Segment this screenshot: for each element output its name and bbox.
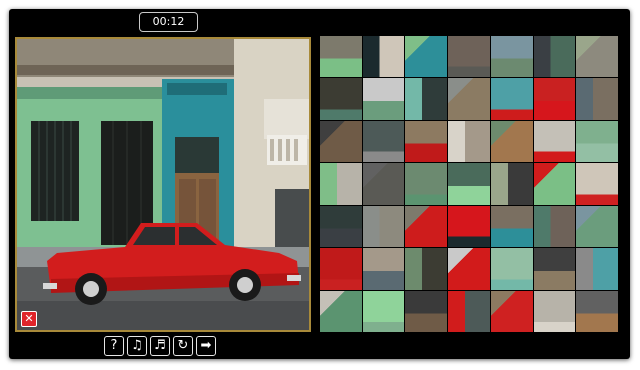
puzzle-tile[interactable] xyxy=(448,205,490,248)
puzzle-tile[interactable] xyxy=(320,163,362,205)
puzzle-tile[interactable] xyxy=(533,290,576,332)
puzzle-tile[interactable] xyxy=(448,248,490,290)
puzzle-tile[interactable] xyxy=(362,36,405,78)
help-icon: ? xyxy=(110,338,118,353)
puzzle-tile[interactable] xyxy=(448,36,490,78)
puzzle-tile[interactable] xyxy=(362,163,405,205)
sound-toggle-button[interactable]: ♬ xyxy=(150,336,170,356)
puzzle-tile[interactable] xyxy=(320,120,362,163)
sound-note-icon: ♬ xyxy=(154,338,166,353)
puzzle-tile[interactable] xyxy=(490,205,533,248)
puzzle-tile[interactable] xyxy=(320,205,362,248)
puzzle-tile[interactable] xyxy=(576,163,618,205)
puzzle-tile[interactable] xyxy=(362,120,405,163)
puzzle-tile[interactable] xyxy=(490,120,533,163)
puzzle-tile[interactable] xyxy=(490,163,533,205)
puzzle-tile[interactable] xyxy=(448,163,490,205)
puzzle-tile[interactable] xyxy=(405,248,448,290)
puzzle-tile[interactable] xyxy=(576,290,618,332)
puzzle-tile[interactable] xyxy=(405,163,448,205)
puzzle-tile[interactable] xyxy=(362,205,405,248)
puzzle-tile[interactable] xyxy=(490,248,533,290)
puzzle-tile[interactable] xyxy=(448,120,490,163)
puzzle-tile[interactable] xyxy=(405,36,448,78)
puzzle-tile[interactable] xyxy=(533,163,576,205)
restart-icon: ↻ xyxy=(177,338,189,353)
puzzle-tile[interactable] xyxy=(490,36,533,78)
puzzle-tile[interactable] xyxy=(362,78,405,120)
puzzle-board xyxy=(320,36,618,332)
reference-image-preview: ✕ xyxy=(15,37,311,332)
puzzle-tile[interactable] xyxy=(576,120,618,163)
puzzle-tile[interactable] xyxy=(320,36,362,78)
puzzle-tile[interactable] xyxy=(490,290,533,332)
arrow-right-icon: ➡ xyxy=(200,338,212,353)
puzzle-tile[interactable] xyxy=(533,78,576,120)
puzzle-tile[interactable] xyxy=(362,248,405,290)
puzzle-tile[interactable] xyxy=(576,36,618,78)
puzzle-tile[interactable] xyxy=(490,78,533,120)
puzzle-tile[interactable] xyxy=(405,120,448,163)
puzzle-tile[interactable] xyxy=(320,78,362,120)
puzzle-tile[interactable] xyxy=(533,205,576,248)
puzzle-tile[interactable] xyxy=(533,36,576,78)
puzzle-tile[interactable] xyxy=(320,248,362,290)
puzzle-tile[interactable] xyxy=(448,290,490,332)
puzzle-tile[interactable] xyxy=(448,78,490,120)
puzzle-tile[interactable] xyxy=(533,248,576,290)
music-note-icon: ♫ xyxy=(131,338,143,353)
game-toolbar: ? ♫ ♬ ↻ ➡ xyxy=(104,336,216,356)
game-frame: 00:12 ✕ ? ♫ ♬ ↻ ➡ xyxy=(9,9,630,359)
puzzle-tile[interactable] xyxy=(576,78,618,120)
puzzle-tile[interactable] xyxy=(405,78,448,120)
timer-display: 00:12 xyxy=(139,12,198,32)
puzzle-tile[interactable] xyxy=(405,290,448,332)
puzzle-tile[interactable] xyxy=(320,290,362,332)
puzzle-tile[interactable] xyxy=(576,248,618,290)
puzzle-tile[interactable] xyxy=(362,290,405,332)
close-preview-button[interactable]: ✕ xyxy=(21,311,37,327)
help-button[interactable]: ? xyxy=(104,336,124,356)
street-scene-image xyxy=(17,39,309,330)
puzzle-tile[interactable] xyxy=(405,205,448,248)
music-toggle-button[interactable]: ♫ xyxy=(127,336,147,356)
puzzle-tile[interactable] xyxy=(576,205,618,248)
next-button[interactable]: ➡ xyxy=(196,336,216,356)
puzzle-tile[interactable] xyxy=(533,120,576,163)
restart-button[interactable]: ↻ xyxy=(173,336,193,356)
